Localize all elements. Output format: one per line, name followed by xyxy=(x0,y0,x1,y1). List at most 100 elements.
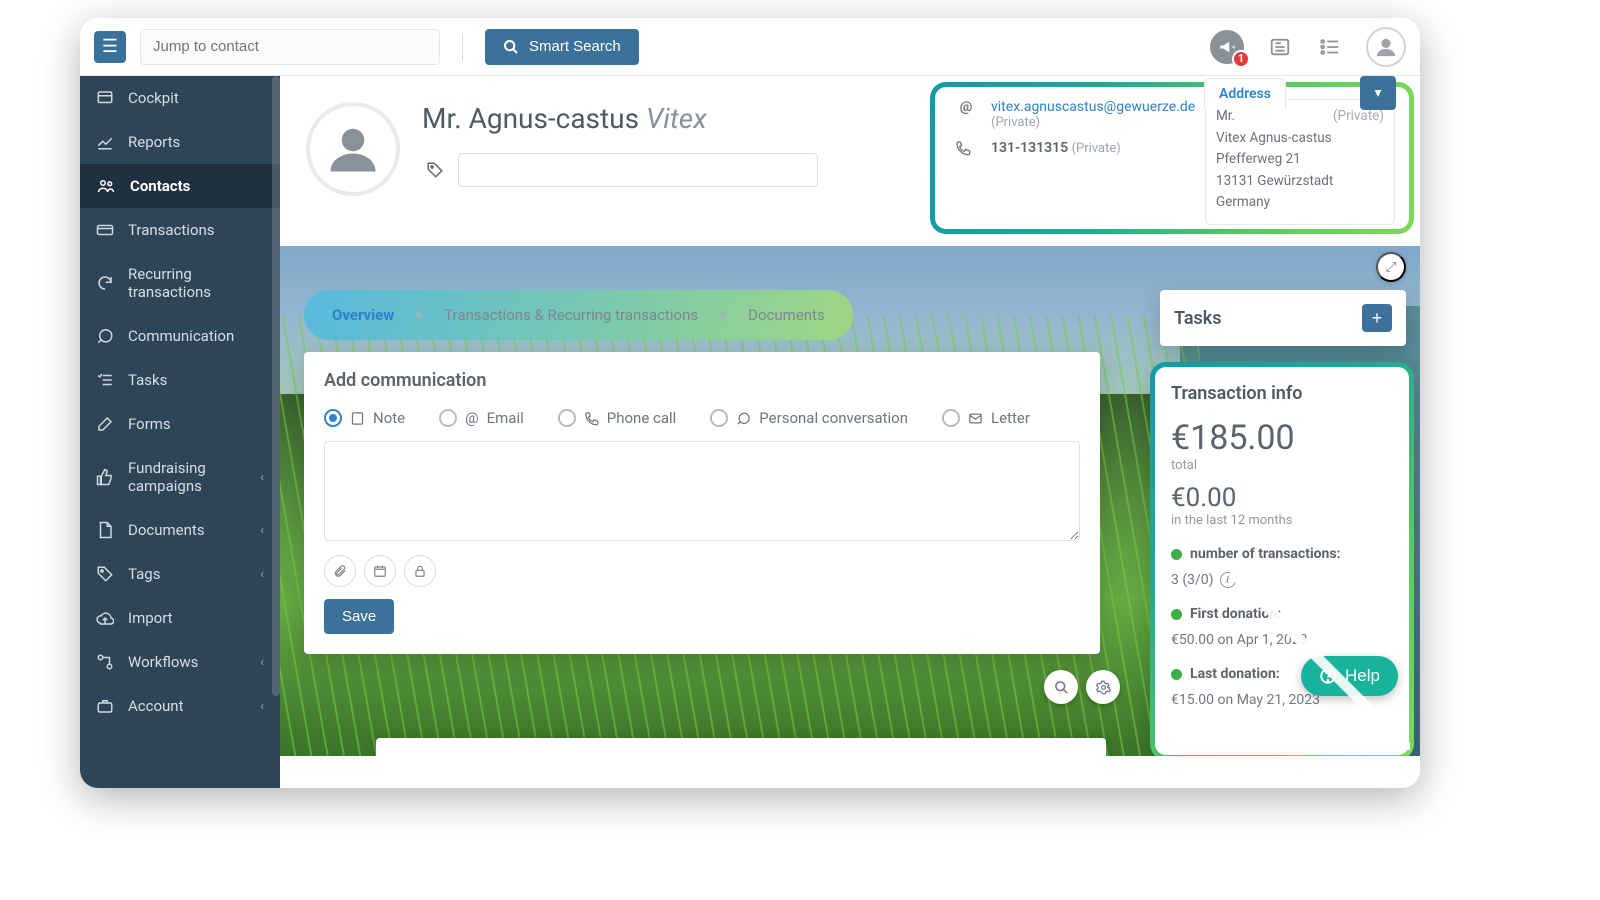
option-email[interactable]: @Email xyxy=(439,409,524,427)
address-tab[interactable]: Address xyxy=(1204,78,1286,110)
contact-avatar[interactable] xyxy=(306,102,400,196)
salutation: Mr. xyxy=(422,102,462,135)
thumbs-up-icon xyxy=(96,468,114,486)
sidebar-label: Workflows xyxy=(128,653,198,671)
date-button[interactable] xyxy=(364,555,396,587)
sidebar-item-fundraising[interactable]: Fundraising campaigns ‹ xyxy=(80,446,280,508)
count-label: number of transactions: xyxy=(1190,546,1341,562)
radio-icon xyxy=(324,409,342,427)
sidebar-item-communication[interactable]: Communication xyxy=(80,314,280,358)
sidebar-label: Forms xyxy=(128,415,171,433)
sidebar-item-tags[interactable]: Tags ‹ xyxy=(80,552,280,596)
sidebar-item-tasks[interactable]: Tasks xyxy=(80,358,280,402)
sidebar-item-cockpit[interactable]: Cockpit xyxy=(80,76,280,120)
option-personal[interactable]: Personal conversation xyxy=(710,409,908,427)
transaction-info-title: Transaction info xyxy=(1171,383,1393,404)
first-donation-label: First donation: xyxy=(1190,606,1281,622)
attach-button[interactable] xyxy=(324,555,356,587)
smart-search-button[interactable]: Smart Search xyxy=(485,29,639,65)
first-name: Agnus-castus xyxy=(469,102,639,135)
menu-toggle-button[interactable]: ☰ xyxy=(94,31,126,63)
checklist-icon xyxy=(1319,36,1341,58)
option-label: Phone call xyxy=(607,409,677,427)
tab-overview[interactable]: Overview xyxy=(332,306,394,324)
gear-icon xyxy=(1096,680,1111,695)
first-donation-value: €50.00 on Apr 1, 2023 xyxy=(1171,632,1393,648)
user-silhouette-icon xyxy=(326,122,380,176)
tab-transactions[interactable]: Transactions & Recurring transactions xyxy=(444,306,698,324)
option-note[interactable]: Note xyxy=(324,409,405,427)
info-icon[interactable]: i xyxy=(1220,572,1236,588)
envelope-icon xyxy=(968,411,983,426)
contact-email-link[interactable]: vitex.agnuscastus@gewuerze.de xyxy=(991,99,1195,115)
tab-documents[interactable]: Documents xyxy=(748,306,825,324)
address-dropdown-button[interactable]: ▾ xyxy=(1360,76,1396,110)
total-amount: €185.00 xyxy=(1171,418,1393,458)
contact-phone: 131-131315 xyxy=(991,140,1068,156)
note-icon xyxy=(350,411,365,426)
sidebar-item-transactions[interactable]: Transactions xyxy=(80,208,280,252)
option-label: Email xyxy=(487,409,524,427)
lock-button[interactable] xyxy=(404,555,436,587)
sidebar-label: Cockpit xyxy=(128,89,179,107)
hero-action-buttons xyxy=(1044,670,1120,704)
address-line: 13131 Gewürzstadt xyxy=(1216,173,1333,189)
add-communication-card: Add communication Note @Email Phone call… xyxy=(304,352,1100,654)
help-button[interactable]: Help xyxy=(1301,656,1398,696)
jump-to-contact-input[interactable] xyxy=(140,29,440,65)
sidebar: Cockpit Reports Contacts Transactions Re… xyxy=(80,76,280,788)
hero-settings-button[interactable] xyxy=(1086,670,1120,704)
search-icon xyxy=(503,39,519,55)
caret-down-icon: ▾ xyxy=(1375,85,1382,101)
sidebar-item-import[interactable]: Import xyxy=(80,596,280,640)
status-dot-icon xyxy=(1171,549,1182,560)
option-label: Personal conversation xyxy=(759,409,908,427)
workflow-icon xyxy=(96,653,114,671)
announcements-button[interactable]: 1 xyxy=(1210,30,1244,64)
chat-icon xyxy=(736,411,751,426)
add-task-button[interactable]: + xyxy=(1362,304,1392,332)
expand-button[interactable]: ⤢ xyxy=(1376,252,1406,282)
sidebar-label: Recurring transactions xyxy=(128,265,264,301)
total-label: total xyxy=(1171,458,1393,473)
contact-name: Mr. Agnus-castus Vitex xyxy=(422,102,818,135)
address-card: Address ▾ (Private) Mr. Vitex Agnus-cast… xyxy=(1205,99,1395,225)
phone-scope: (Private) xyxy=(1072,141,1121,156)
option-phone[interactable]: Phone call xyxy=(558,409,677,427)
help-icon xyxy=(1319,667,1337,685)
topbar-right: 1 xyxy=(1210,27,1406,67)
hamburger-icon: ☰ xyxy=(102,36,118,57)
sidebar-item-workflows[interactable]: Workflows ‹ xyxy=(80,640,280,684)
address-line: Pfefferweg 21 xyxy=(1216,151,1301,167)
sidebar-item-account[interactable]: Account ‹ xyxy=(80,684,280,728)
radio-icon xyxy=(942,409,960,427)
cloud-upload-icon xyxy=(96,609,114,627)
save-button[interactable]: Save xyxy=(324,599,394,634)
main-content: Mr. Agnus-castus Vitex @ xyxy=(280,76,1420,788)
sidebar-label: Tags xyxy=(128,565,160,583)
plus-icon: + xyxy=(1372,308,1383,329)
option-label: Note xyxy=(373,409,405,427)
file-icon xyxy=(96,521,114,539)
news-button[interactable] xyxy=(1266,33,1294,61)
radio-icon xyxy=(558,409,576,427)
sidebar-item-recurring[interactable]: Recurring transactions xyxy=(80,252,280,314)
sidebar-item-reports[interactable]: Reports xyxy=(80,120,280,164)
user-menu-button[interactable] xyxy=(1366,27,1406,67)
option-label: Letter xyxy=(991,409,1030,427)
last12-amount: €0.00 xyxy=(1171,483,1393,513)
sidebar-label: Import xyxy=(128,609,173,627)
hero-search-button[interactable] xyxy=(1044,670,1078,704)
tags-input[interactable] xyxy=(458,153,818,187)
communication-textarea[interactable] xyxy=(324,441,1080,541)
tab-separator xyxy=(416,312,422,318)
peek-card xyxy=(376,738,1106,756)
phone-icon xyxy=(584,411,599,426)
sidebar-item-contacts[interactable]: Contacts xyxy=(80,164,280,208)
sidebar-scrollbar[interactable] xyxy=(272,76,280,696)
sidebar-item-forms[interactable]: Forms xyxy=(80,402,280,446)
tasks-button[interactable] xyxy=(1316,33,1344,61)
option-letter[interactable]: Letter xyxy=(942,409,1030,427)
contact-header: Mr. Agnus-castus Vitex @ xyxy=(280,76,1420,246)
sidebar-item-documents[interactable]: Documents ‹ xyxy=(80,508,280,552)
